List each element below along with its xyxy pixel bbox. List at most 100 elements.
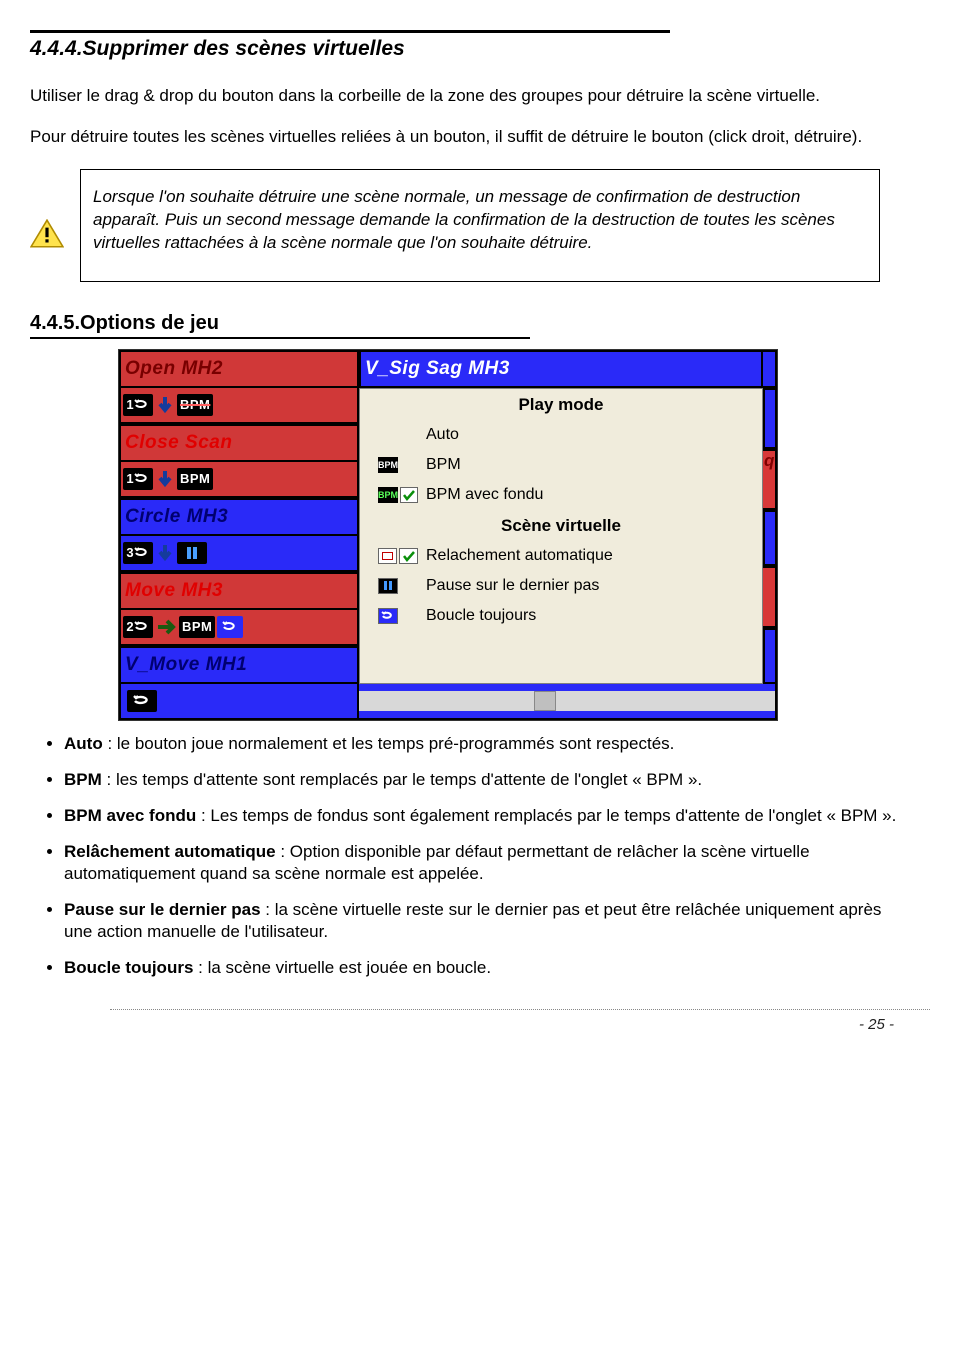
scene-button-circle-mh3[interactable]: Circle MH3	[119, 498, 359, 536]
menu-item-label: Boucle toujours	[426, 607, 536, 625]
options-list: Auto : le bouton joue normalement et les…	[64, 733, 904, 980]
bpm-icon: BPM	[177, 468, 213, 490]
list-term: Pause sur le dernier pas	[64, 900, 261, 919]
list-rest: : le bouton joue normalement et les temp…	[103, 734, 675, 753]
arrow-down-icon	[155, 468, 175, 490]
scene-buttons-left: Open MH2 1 BPM Close Scan 1 BPM	[119, 350, 359, 720]
scene-button-circle-mh3-icons: 3	[119, 536, 359, 572]
menu-item-icons	[378, 608, 418, 624]
scene-button-label: Circle MH3	[125, 506, 228, 528]
list-item: Pause sur le dernier pas : la scène virt…	[64, 899, 904, 943]
scene-button-label: V_Move MH1	[125, 654, 247, 676]
bpm-icon: BPM	[179, 616, 215, 638]
scene-button-close-scan[interactable]: Close Scan	[119, 424, 359, 462]
menu-heading-virtuelle: Scène virtuelle	[360, 510, 762, 541]
check-icon	[399, 548, 418, 564]
list-rest: : la scène virtuelle est jouée en boucle…	[193, 958, 491, 977]
list-rest: : Les temps de fondus sont également rem…	[196, 806, 896, 825]
menu-item-auto[interactable]: Auto	[360, 420, 762, 450]
menu-item-loop-always[interactable]: Boucle toujours	[360, 601, 762, 631]
page: 4.4.4.Supprimer des scènes virtuelles Ut…	[0, 0, 954, 1351]
warning-block: Lorsque l'on souhaite détruire une scène…	[30, 169, 904, 282]
list-item: Relâchement automatique : Option disponi…	[64, 841, 904, 885]
scene-button-v-move-mh1-icons	[119, 684, 359, 720]
menu-item-label: Relachement automatique	[426, 547, 613, 565]
scene-button-label: Move MH3	[125, 580, 223, 602]
list-rest: : les temps d'attente sont remplacés par…	[102, 770, 702, 789]
heading-4-4-4: 4.4.4.Supprimer des scènes virtuelles	[30, 37, 904, 61]
scene-button-open-mh2[interactable]: Open MH2	[119, 350, 359, 388]
scene-button-open-mh2-icons: 1 BPM	[119, 388, 359, 424]
menu-heading-playmode: Play mode	[360, 389, 762, 420]
right-strip-blue2	[763, 510, 777, 566]
heading-rule-2	[30, 337, 530, 339]
right-strip-letter: q	[763, 451, 774, 470]
list-term: BPM avec fondu	[64, 806, 196, 825]
context-menu: Play mode Auto BPM BPM	[359, 388, 763, 684]
list-item: Auto : le bouton joue normalement et les…	[64, 733, 904, 755]
warning-icon	[30, 219, 64, 249]
menu-item-icons	[378, 578, 418, 594]
loop-always-icon	[378, 608, 398, 624]
right-strip-red2	[763, 566, 777, 627]
pause-icon	[378, 578, 398, 594]
loop-count-icon: 1	[123, 394, 153, 416]
menu-item-bpm-fondu[interactable]: BPM BPM avec fondu	[360, 480, 762, 510]
arrow-down-icon	[155, 394, 175, 416]
arrow-right-icon	[155, 617, 177, 637]
para-delete-drag: Utiliser le drag & drop du bouton dans l…	[30, 85, 904, 108]
footer-rule	[110, 1009, 930, 1010]
loop-count-icon: 2	[123, 616, 153, 638]
menu-item-pause-last[interactable]: Pause sur le dernier pas	[360, 571, 762, 601]
loop-count-icon: 1	[123, 468, 153, 490]
loop-always-icon	[217, 616, 243, 638]
right-strip: q	[763, 388, 777, 684]
scene-right-edge	[763, 350, 777, 388]
scene-button-label: Open MH2	[125, 358, 223, 380]
scene-button-move-mh3[interactable]: Move MH3	[119, 572, 359, 610]
scene-button-close-scan-icons: 1 BPM	[119, 462, 359, 498]
menu-item-icons: BPM	[378, 457, 418, 473]
bpm-strike-icon: BPM	[177, 394, 213, 416]
right-strip-blue	[763, 388, 777, 449]
menu-item-icons	[378, 548, 418, 564]
right-strip-blue3	[763, 628, 777, 684]
loop-count-icon: 3	[123, 542, 153, 564]
scene-button-v-sigsag-mh3[interactable]: V_Sig Sag MH3	[359, 350, 763, 388]
right-strip-red: q	[763, 449, 777, 510]
menu-item-icons: BPM	[378, 487, 418, 503]
bpm-icon: BPM	[378, 457, 398, 473]
list-term: Boucle toujours	[64, 958, 193, 977]
list-item: Boucle toujours : la scène virtuelle est…	[64, 957, 904, 979]
list-term: BPM	[64, 770, 102, 789]
stop-square-icon	[378, 548, 397, 564]
list-term: Auto	[64, 734, 103, 753]
para-delete-all: Pour détruire toutes les scènes virtuell…	[30, 126, 904, 149]
screenshot-figure: Open MH2 1 BPM Close Scan 1 BPM	[118, 349, 778, 721]
menu-item-label: Pause sur le dernier pas	[426, 577, 599, 595]
loop-always-icon	[127, 690, 157, 712]
scene-button-label: Close Scan	[125, 432, 232, 454]
scrollbar-thumb[interactable]	[534, 691, 556, 711]
list-item: BPM : les temps d'attente sont remplacés…	[64, 769, 904, 791]
check-icon	[400, 487, 418, 503]
list-term: Relâchement automatique	[64, 842, 276, 861]
arrow-down-icon	[155, 542, 175, 564]
pause-icon	[177, 542, 207, 564]
warning-box: Lorsque l'on souhaite détruire une scène…	[80, 169, 880, 282]
list-item: BPM avec fondu : Les temps de fondus son…	[64, 805, 904, 827]
scene-button-label: V_Sig Sag MH3	[365, 358, 510, 380]
horizontal-scrollbar[interactable]	[359, 691, 775, 711]
heading-rule-1	[30, 30, 670, 33]
heading-4-4-5: 4.4.5.Options de jeu	[30, 312, 904, 335]
scene-button-v-move-mh1[interactable]: V_Move MH1	[119, 646, 359, 684]
scene-right-column: V_Sig Sag MH3 Play mode Auto BPM	[359, 350, 777, 720]
scene-button-move-mh3-icons: 2 BPM	[119, 610, 359, 646]
menu-item-auto-release[interactable]: Relachement automatique	[360, 541, 762, 571]
page-number: - 25 -	[30, 1016, 904, 1033]
menu-item-label: Auto	[426, 426, 459, 444]
menu-item-bpm[interactable]: BPM BPM	[360, 450, 762, 480]
menu-item-label: BPM avec fondu	[426, 486, 543, 504]
bottom-blue-row	[359, 684, 777, 720]
menu-item-label: BPM	[426, 456, 461, 474]
